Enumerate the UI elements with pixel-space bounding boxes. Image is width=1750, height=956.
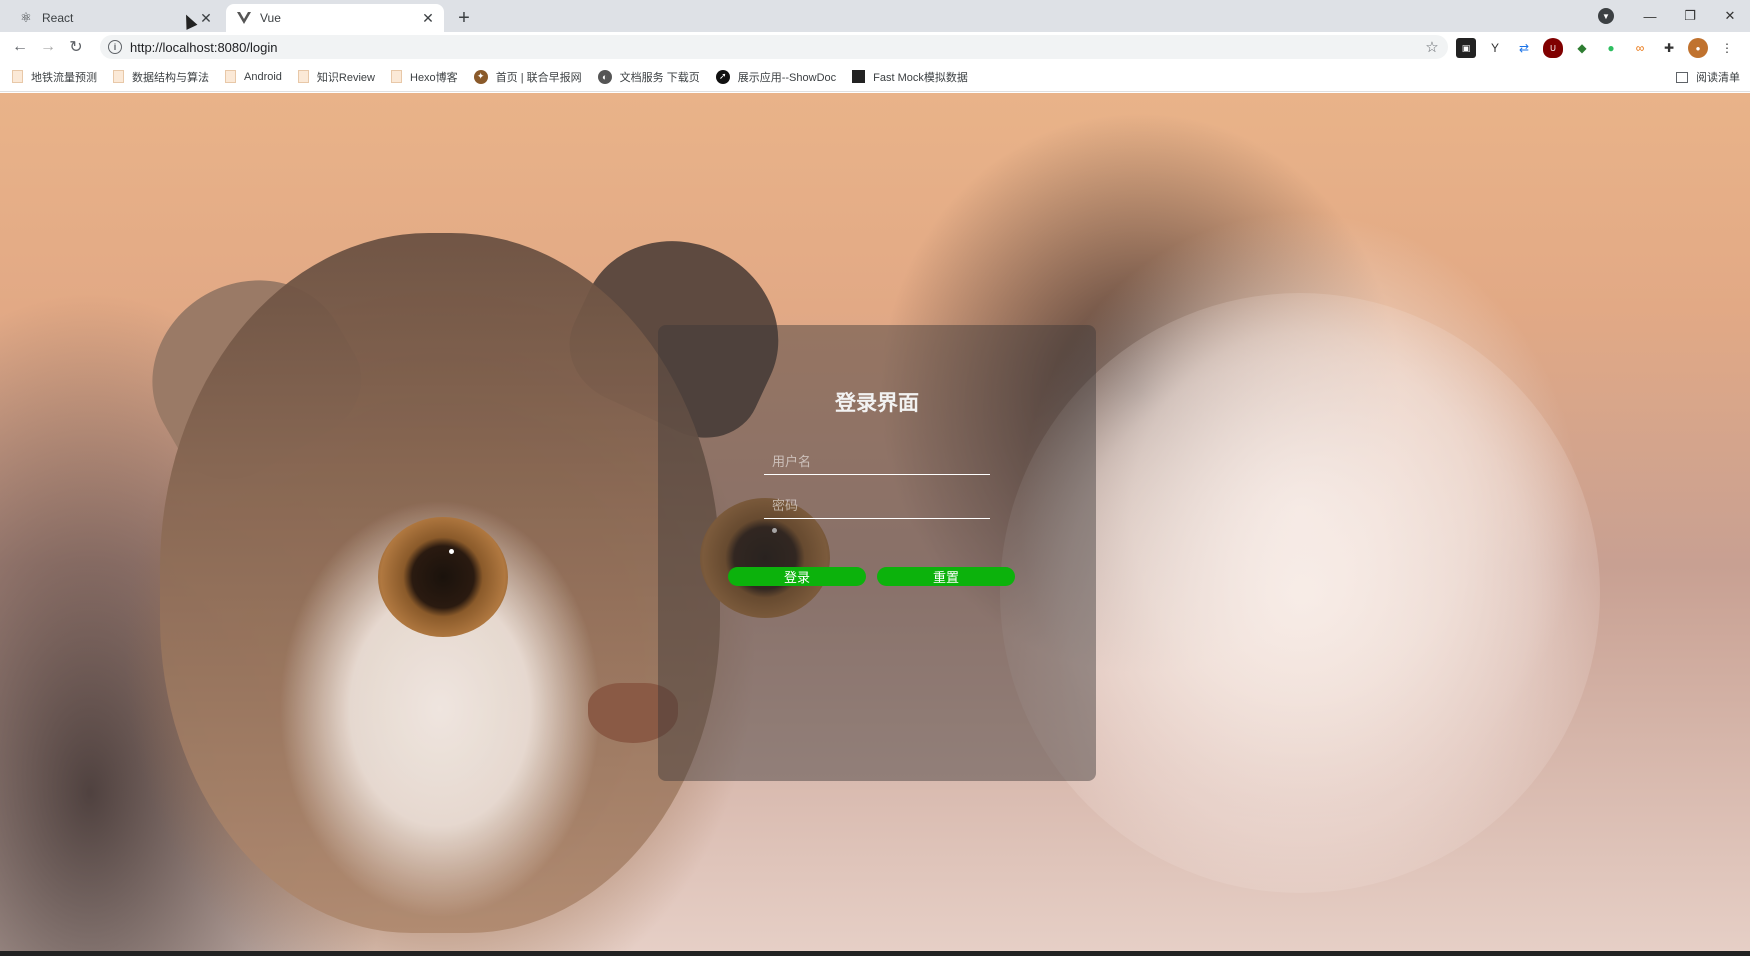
background-image [378, 517, 508, 637]
tab-title: React [42, 11, 74, 25]
extension-icon[interactable]: ∞ [1630, 38, 1650, 58]
globe-icon: ✦ [473, 69, 488, 84]
password-field [764, 493, 990, 519]
vue-icon [236, 10, 252, 26]
menu-icon[interactable]: ⋮ [1717, 38, 1737, 58]
page-title: 登录界面 [835, 392, 919, 415]
toolbar: ← → ↻ i http://localhost:8080/login ☆ ▣ … [0, 32, 1750, 62]
avatar[interactable]: ● [1688, 38, 1708, 58]
minimize-button[interactable]: — [1630, 0, 1670, 32]
login-card: 登录界面 登录 重置 [658, 325, 1096, 781]
bookmark-item[interactable]: Fast Mock模拟数据 [852, 69, 968, 85]
background-image [449, 549, 454, 554]
extensions-area: ▣ Y ⇄ U ◆ ● ∞ ✚ ● ⋮ [1456, 37, 1746, 59]
bookmarks-bar: 地铁流量预测 数据结构与算法 Android 知识Review Hexo博客 ✦… [0, 62, 1750, 92]
page-viewport: 登录界面 登录 重置 [0, 93, 1750, 951]
folder-icon [113, 70, 124, 83]
puzzle-icon[interactable]: ✚ [1659, 38, 1679, 58]
close-icon[interactable]: ✕ [418, 8, 438, 28]
restore-button[interactable]: ❐ [1670, 0, 1710, 32]
vue-devtools-icon[interactable]: Y [1485, 38, 1505, 58]
bookmark-item[interactable]: 地铁流量预测 [12, 69, 97, 85]
back-button[interactable]: ← [6, 33, 34, 61]
extension-icon[interactable]: ⇄ [1514, 38, 1534, 58]
reset-button[interactable]: 重置 [877, 567, 1015, 586]
address-bar[interactable]: i http://localhost:8080/login ☆ [100, 35, 1448, 59]
folder-icon [297, 70, 309, 83]
tab-search-icon[interactable]: ▼ [1598, 8, 1614, 24]
extension-icon[interactable]: ▣ [1456, 38, 1476, 58]
globe-icon: ◐ [597, 69, 612, 84]
compass-icon: ➚ [715, 69, 730, 84]
close-icon[interactable]: ✕ [196, 8, 216, 28]
tab-vue[interactable]: Vue ✕ [226, 4, 444, 32]
reading-list-icon [1676, 71, 1688, 83]
tab-strip: ⚛ React ✕ Vue ✕ + ▼ — ❐ ✕ [0, 0, 1750, 32]
bookmark-item[interactable]: 知识Review [297, 69, 375, 85]
bookmark-item[interactable]: ✦ 首页 | 联合早报网 [473, 69, 582, 85]
ublock-icon[interactable]: U [1543, 38, 1563, 58]
tab-title: Vue [260, 11, 281, 25]
password-input[interactable] [764, 493, 990, 518]
folder-icon [391, 70, 402, 83]
bookmark-star-icon[interactable]: ☆ [1422, 38, 1442, 56]
url-text[interactable]: http://localhost:8080/login [130, 40, 1422, 55]
folder-icon [225, 70, 236, 83]
window-controls: — ❐ ✕ [1630, 0, 1750, 32]
reload-button[interactable]: ↻ [62, 33, 90, 61]
forward-button[interactable]: → [34, 33, 62, 61]
reading-list[interactable]: 阅读清单 [1676, 62, 1740, 92]
folder-icon [12, 70, 23, 83]
extension-icon[interactable]: ◆ [1572, 38, 1592, 58]
info-icon[interactable]: i [108, 40, 122, 54]
username-field [764, 449, 990, 475]
square-icon [852, 70, 866, 83]
close-window-button[interactable]: ✕ [1710, 0, 1750, 32]
bookmark-item[interactable]: ◐ 文档服务 下载页 [597, 69, 700, 85]
username-input[interactable] [764, 449, 990, 474]
bookmark-item[interactable]: Android [225, 70, 282, 83]
bookmark-item[interactable]: ➚ 展示应用--ShowDoc [715, 69, 836, 85]
login-button[interactable]: 登录 [728, 567, 866, 586]
new-tab-button[interactable]: + [452, 6, 476, 30]
bottom-edge [0, 951, 1750, 956]
react-icon: ⚛ [20, 10, 32, 25]
bookmark-item[interactable]: 数据结构与算法 [113, 69, 209, 85]
bookmark-item[interactable]: Hexo博客 [391, 69, 458, 85]
evernote-icon[interactable]: ● [1601, 38, 1621, 58]
